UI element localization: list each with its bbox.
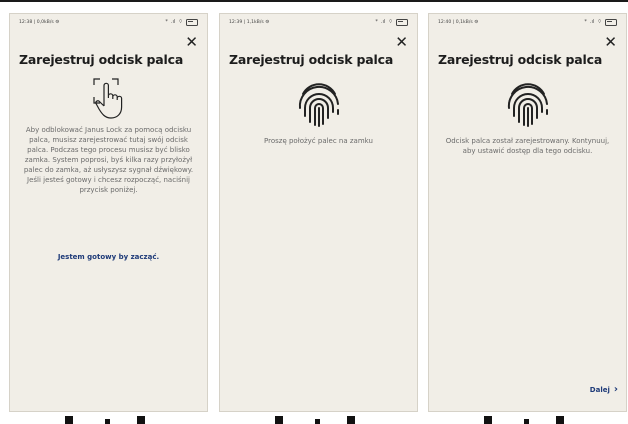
bluetooth-icon: * — [165, 19, 168, 25]
screen-register-intro: 12:38 | 0,0kB/s ⚙ * .ıl ⌔ ✕ Zarejestruj … — [9, 13, 208, 412]
signal-icon: .ıl — [589, 19, 595, 25]
screen-place-finger: 12:39 | 1,1kB/s ⚙ * .ıl ⌔ ✕ Zarejestruj … — [219, 13, 418, 412]
wifi-icon: ⌔ — [178, 19, 183, 25]
wifi-icon: ⌔ — [597, 19, 602, 25]
status-time: 12:39 | 1,1kB/s ⚙ — [229, 19, 270, 25]
signal-icon: .ıl — [170, 19, 176, 25]
start-registration-button[interactable]: Jestem gotowy by zacząć. — [10, 253, 207, 261]
signal-icon: .ıl — [380, 19, 386, 25]
page-title: Zarejestruj odcisk palca — [438, 52, 603, 67]
chevron-right-icon: › — [613, 384, 618, 395]
battery-icon — [186, 18, 198, 26]
status-bar: 12:40 | 0,1kB/s ⚙ * .ıl ⌔ — [438, 17, 617, 27]
cropped-footer — [428, 412, 627, 424]
battery-icon — [605, 18, 617, 26]
screen-registered: 12:40 | 0,1kB/s ⚙ * .ıl ⌔ ✕ Zarejestruj … — [428, 13, 627, 412]
fingerprint-icon — [295, 78, 343, 132]
cropped-footer — [9, 412, 208, 424]
close-button[interactable]: ✕ — [395, 35, 408, 50]
page-title: Zarejestruj odcisk palca — [229, 52, 394, 67]
fingerprint-icon — [504, 78, 552, 132]
bluetooth-icon: * — [375, 19, 378, 25]
close-button[interactable]: ✕ — [604, 35, 617, 50]
status-icons: * .ıl ⌔ — [584, 18, 617, 26]
finger-tap-icon — [91, 76, 127, 124]
wifi-icon: ⌔ — [388, 19, 393, 25]
status-bar: 12:39 | 1,1kB/s ⚙ * .ıl ⌔ — [229, 17, 408, 27]
cropped-footer — [219, 412, 418, 424]
battery-icon — [396, 18, 408, 26]
next-label: Dalej — [589, 385, 610, 394]
status-icons: * .ıl ⌔ — [165, 18, 198, 26]
page-title: Zarejestruj odcisk palca — [19, 52, 184, 67]
close-button[interactable]: ✕ — [185, 35, 198, 50]
status-bar: 12:38 | 0,0kB/s ⚙ * .ıl ⌔ — [19, 17, 198, 27]
instruction-text: Proszę położyć palec na zamku — [264, 137, 373, 145]
status-time: 12:38 | 0,0kB/s ⚙ — [19, 19, 60, 25]
status-icons: * .ıl ⌔ — [375, 18, 408, 26]
confirmation-text: Odcisk palca został zarejestrowany. Kont… — [445, 137, 610, 155]
top-border — [0, 0, 628, 2]
next-button[interactable]: Dalej › — [590, 384, 618, 395]
instruction-text: Aby odblokować Janus Lock za pomocą odci… — [23, 126, 194, 194]
bluetooth-icon: * — [584, 19, 587, 25]
status-time: 12:40 | 0,1kB/s ⚙ — [438, 19, 479, 25]
